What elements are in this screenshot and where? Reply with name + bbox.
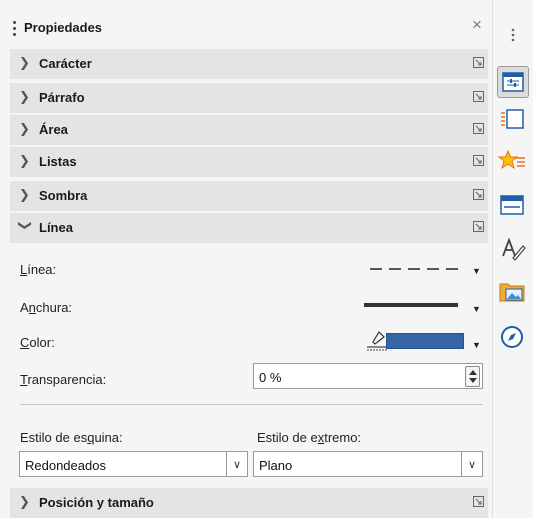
section-label: Posición y tamaño xyxy=(39,495,154,510)
line-style-preview xyxy=(370,268,459,270)
sidebar-menu-icon[interactable] xyxy=(497,20,529,52)
close-icon[interactable]: × xyxy=(472,16,482,34)
chevron-right-icon: ❯ xyxy=(19,121,30,136)
color-label: Color: xyxy=(20,335,55,350)
section-listas[interactable]: ❯ Listas xyxy=(10,146,488,177)
chevron-right-icon: ❯ xyxy=(19,494,30,509)
more-options-icon[interactable] xyxy=(473,155,484,166)
cap-style-label: Estilo de extremo: xyxy=(257,430,362,445)
page-icon[interactable] xyxy=(497,104,529,136)
grip-icon[interactable] xyxy=(13,21,16,37)
color-swatch xyxy=(386,333,464,349)
properties-panel: Propiedades × ❯ Carácter ❯ Párrafo ❯ Áre… xyxy=(0,0,492,518)
section-linea[interactable]: ❯ Línea xyxy=(10,212,488,243)
more-options-icon[interactable] xyxy=(473,221,484,232)
chevron-right-icon: ❯ xyxy=(19,187,30,202)
corner-style-value: Redondeados xyxy=(25,458,106,473)
chevron-down-icon[interactable]: ∨ xyxy=(461,452,482,476)
navigator-icon[interactable] xyxy=(497,322,529,354)
properties-icon[interactable] xyxy=(497,66,529,98)
section-label: Párrafo xyxy=(39,90,85,105)
chevron-down-icon[interactable]: ▼ xyxy=(472,304,481,314)
line-color-dropdown[interactable] xyxy=(366,328,464,352)
section-sombra[interactable]: ❯ Sombra xyxy=(10,180,488,211)
panel-title-bar: Propiedades × xyxy=(0,10,492,42)
section-parrafo[interactable]: ❯ Párrafo xyxy=(10,82,488,113)
transparency-value: 0 % xyxy=(259,370,282,385)
sidebar-deck xyxy=(492,0,533,518)
corner-style-label: Estilo de esquina: xyxy=(20,430,123,445)
more-options-icon[interactable] xyxy=(473,57,484,68)
section-posicion-tamano[interactable]: ❯ Posición y tamaño xyxy=(10,487,488,518)
chevron-right-icon: ❯ xyxy=(19,55,30,70)
line-color-icon xyxy=(367,331,387,351)
spin-buttons[interactable] xyxy=(465,366,480,387)
fontwork-icon[interactable] xyxy=(497,234,529,266)
section-label: Listas xyxy=(39,154,77,169)
styles-icon[interactable] xyxy=(497,146,529,178)
corner-style-select[interactable]: Redondeados ∨ xyxy=(19,451,248,477)
line-width-preview xyxy=(364,303,458,307)
chevron-down-icon: ❯ xyxy=(18,220,33,231)
transparency-label: Transparencia: xyxy=(20,372,107,387)
cap-style-select[interactable]: Plano ∨ xyxy=(253,451,483,477)
section-label: Carácter xyxy=(39,56,92,71)
section-area[interactable]: ❯ Área xyxy=(10,114,488,145)
cap-style-value: Plano xyxy=(259,458,293,473)
folder-image-icon[interactable] xyxy=(497,276,529,308)
width-label: Anchura: xyxy=(20,300,73,315)
section-label: Área xyxy=(39,122,68,137)
chevron-right-icon: ❯ xyxy=(19,153,30,168)
section-label: Línea xyxy=(39,220,73,235)
line-style-label: Línea: xyxy=(20,262,57,277)
section-label: Sombra xyxy=(39,188,88,203)
chevron-down-icon[interactable]: ▼ xyxy=(472,266,481,276)
chevron-right-icon: ❯ xyxy=(19,89,30,104)
panel-title: Propiedades xyxy=(24,20,103,35)
line-width-dropdown[interactable] xyxy=(364,296,464,318)
section-caracter[interactable]: ❯ Carácter xyxy=(10,48,488,79)
more-options-icon[interactable] xyxy=(473,91,484,102)
gallery-icon[interactable] xyxy=(497,190,529,222)
transparency-spinbox[interactable]: 0 % xyxy=(253,363,483,389)
divider xyxy=(20,404,483,405)
more-options-icon[interactable] xyxy=(473,496,484,507)
more-options-icon[interactable] xyxy=(473,123,484,134)
more-options-icon[interactable] xyxy=(473,189,484,200)
chevron-down-icon[interactable]: ∨ xyxy=(226,452,247,476)
chevron-down-icon[interactable]: ▼ xyxy=(472,340,481,350)
line-style-dropdown[interactable] xyxy=(364,258,464,280)
